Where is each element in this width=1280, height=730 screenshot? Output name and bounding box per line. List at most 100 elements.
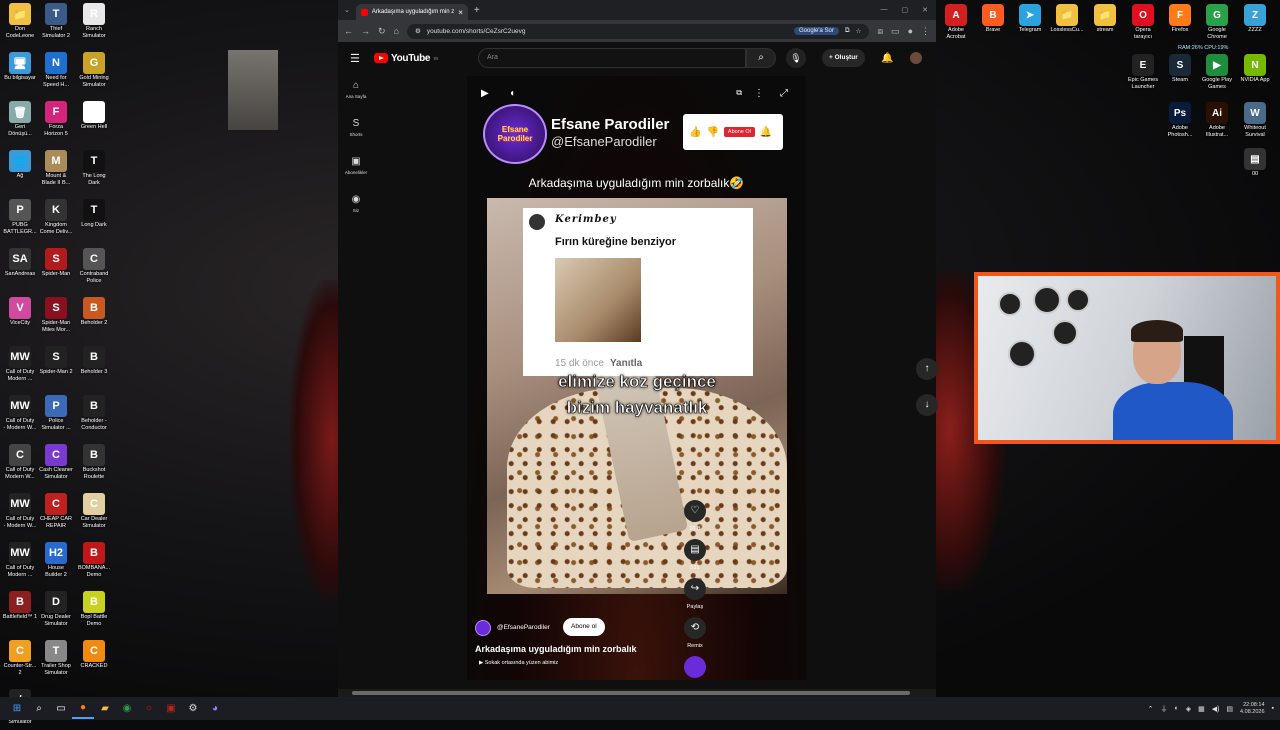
desktop-icon[interactable]: MW Call of Duty - Modern W... xyxy=(0,490,40,534)
side-panel-icon[interactable]: ▭ xyxy=(891,26,900,37)
hamburger-menu-icon[interactable]: ☰ xyxy=(350,52,360,65)
desktop-icon[interactable]: S Spider-Man Miles Mor... xyxy=(36,294,76,338)
browser-tab-active[interactable]: Arkadaşıma uyguladığım min z × xyxy=(355,4,468,20)
desktop-icon[interactable]: T Thief Simulator 2 xyxy=(36,0,76,44)
close-window-button[interactable]: ✕ xyxy=(922,6,928,14)
desktop-icon[interactable]: C Call of Duty Modern W... xyxy=(0,441,40,485)
desktop-icon[interactable]: MW Call of Duty - Modern W... xyxy=(0,392,40,436)
tray-chevron-icon[interactable]: ⌃ xyxy=(1148,705,1154,713)
taskbar-firefox-icon[interactable]: ● xyxy=(72,699,94,719)
taskbar-discord-icon[interactable]: ◕ xyxy=(204,699,226,719)
tray-network-icon[interactable]: ▦ xyxy=(1198,705,1205,713)
desktop-icon[interactable]: R Ranch Simulator xyxy=(74,0,114,44)
desktop-icon[interactable]: MW Call of Duty Modern ... xyxy=(0,343,40,387)
remix-button[interactable]: ⟲ Remix xyxy=(684,617,706,649)
taskbar-chrome-icon[interactable]: ◉ xyxy=(116,699,138,719)
desktop-icon[interactable]: B Bopl Battle Demo xyxy=(74,588,114,632)
tray-language-icon[interactable]: ▤ xyxy=(1226,705,1233,713)
desktop-icon[interactable]: C Contraband Police xyxy=(74,245,114,289)
tray-usb-icon[interactable]: ⏚ xyxy=(1160,704,1167,714)
bookmark-star-icon[interactable]: ☆ xyxy=(855,27,861,35)
desktop-icon[interactable]: G Green Hell xyxy=(74,98,114,142)
taskbar-search-icon[interactable]: ⌕ xyxy=(28,699,50,719)
desktop-icon[interactable]: 🗑 Geri Dönüşü... xyxy=(0,98,40,142)
desktop-icon[interactable]: C Cash Cleaner Simulator xyxy=(36,441,76,485)
desktop-icon[interactable]: SA SanAndreas xyxy=(0,245,40,289)
desktop-icon[interactable]: B BOMBANA... Demo xyxy=(74,539,114,583)
tab-search-chevron-icon[interactable]: ⌄ xyxy=(344,6,350,14)
search-button[interactable]: ⌕ xyxy=(746,48,776,68)
desktop-icon[interactable]: K Kingdom Come Deliv... xyxy=(36,196,76,240)
desktop-icon[interactable]: P Police Simulator ... xyxy=(36,392,76,436)
desktop-icon[interactable]: M Mount & Blade II B... xyxy=(36,147,76,191)
clock[interactable]: 22:08:14 4.08.2026 xyxy=(1240,702,1264,716)
desktop-icon[interactable]: H2 House Builder 2 xyxy=(36,539,76,583)
create-button[interactable]: + Oluştur xyxy=(822,49,865,67)
desktop-icon[interactable]: 📁 Don CodeLeone xyxy=(0,0,40,44)
desktop-icon[interactable]: T Trailer Shop Simulator xyxy=(36,637,76,681)
comments-button[interactable]: ▤ 521 xyxy=(684,539,706,571)
tray-headset-icon[interactable]: ◐ xyxy=(1174,705,1178,712)
back-arrow-icon[interactable]: ← xyxy=(344,26,353,36)
previous-short-button[interactable]: ↑ xyxy=(916,358,938,380)
desktop-icon[interactable]: Z ZZZZ xyxy=(1233,0,1277,34)
desktop-icon[interactable]: B Beholder 3 xyxy=(74,343,114,387)
desktop-icon[interactable]: T Long Dark xyxy=(74,196,114,240)
profile-icon[interactable]: ● xyxy=(908,26,913,36)
site-info-icon[interactable]: ⚙ xyxy=(415,27,421,35)
tray-volume-icon[interactable]: ◀) xyxy=(1212,705,1220,713)
tray-shield-icon[interactable]: ◈ xyxy=(1186,705,1191,713)
task-view-icon[interactable]: ▭ xyxy=(50,699,72,719)
share-button[interactable]: ↪ Paylaş xyxy=(684,578,706,610)
desktop-icon[interactable]: S Spider-Man xyxy=(36,245,76,289)
desktop-icon[interactable]: P PUBG BATTLEGR... xyxy=(0,196,40,240)
short-title[interactable]: Arkadaşıma uyguladığım min zorbalık xyxy=(475,644,637,654)
notifications-icon[interactable]: ▪ xyxy=(1272,705,1274,712)
desktop-icon[interactable]: ▤ 00 xyxy=(1233,144,1277,178)
start-button-icon[interactable]: ⊞ xyxy=(6,699,28,719)
subscribe-button[interactable]: Abone ol xyxy=(563,618,605,636)
desktop-icon[interactable]: C Car Dealer Simulator xyxy=(74,490,114,534)
desktop-icon[interactable]: B Beholder - Conductor xyxy=(74,392,114,436)
desktop-icon[interactable]: W Whiteout Survival xyxy=(1233,98,1277,138)
extensions-icon[interactable]: ⧈ xyxy=(877,26,883,37)
voice-search-button[interactable]: 🎙 xyxy=(786,48,806,68)
nav-item-0[interactable]: ⌂ Ana Sayfa xyxy=(338,80,374,118)
desktop-icon[interactable]: B Beholder 2 xyxy=(74,294,114,338)
desktop-icon[interactable]: D Drug Dealer Simulator xyxy=(36,588,76,632)
nav-item-3[interactable]: ◉ Siz xyxy=(338,194,374,232)
desktop-icon[interactable]: C CRACKED xyxy=(74,637,114,681)
desktop-icon[interactable]: N Need for Speed H... xyxy=(36,49,76,93)
google-ask-button[interactable]: Google'a Sor xyxy=(793,27,839,35)
scrollbar-thumb[interactable] xyxy=(352,691,910,695)
desktop-icon[interactable]: B Battlefield™ 1 xyxy=(0,588,40,632)
nav-item-2[interactable]: ▣ Abonelikler xyxy=(338,156,374,194)
taskbar-explorer-icon[interactable]: ▰ xyxy=(94,699,116,719)
taskbar-media-icon[interactable]: ▣ xyxy=(160,699,182,719)
desktop-icon[interactable]: N NVIDIA App xyxy=(1233,50,1277,84)
forward-arrow-icon[interactable]: → xyxy=(361,26,370,36)
shorts-player[interactable]: ▶ ◖ ⧉ ⋮ ⤢ Efsane Parodiler Efsane Parodi… xyxy=(467,76,806,680)
horizontal-scrollbar[interactable] xyxy=(338,689,936,697)
more-options-icon[interactable]: ⋮ xyxy=(754,88,764,99)
captions-icon[interactable]: ⧉ xyxy=(736,88,742,98)
next-short-button[interactable]: ↓ xyxy=(916,394,938,416)
home-icon[interactable]: ⌂ xyxy=(394,26,399,36)
taskbar-opera-icon[interactable]: ○ xyxy=(138,699,160,719)
desktop-icon[interactable]: V ViceCity xyxy=(0,294,40,338)
install-app-icon[interactable]: ⧉ xyxy=(845,27,850,35)
desktop-icon[interactable]: S Spider-Man 2 xyxy=(36,343,76,387)
channel-handle[interactable]: @EfsaneParodiler xyxy=(497,624,550,631)
youtube-logo[interactable]: YouTube TR xyxy=(374,53,438,64)
desktop-icon[interactable]: 🌐 Ağ xyxy=(0,147,40,191)
address-bar[interactable]: ⚙ youtube.com/shorts/CeZsrC2uevg Google'… xyxy=(406,23,870,39)
taskbar-app-icon[interactable]: ⚙ xyxy=(182,699,204,719)
new-tab-button[interactable]: + xyxy=(474,5,480,16)
reload-icon[interactable]: ↻ xyxy=(378,26,386,37)
desktop-icon[interactable]: B Buckshot Roulette xyxy=(74,441,114,485)
account-avatar[interactable] xyxy=(910,52,922,64)
play-icon[interactable]: ▶ xyxy=(481,88,489,99)
volume-icon[interactable]: ◖ xyxy=(509,88,515,99)
minimize-button[interactable]: — xyxy=(881,6,888,14)
notifications-bell-icon[interactable]: 🔔 xyxy=(881,53,893,64)
